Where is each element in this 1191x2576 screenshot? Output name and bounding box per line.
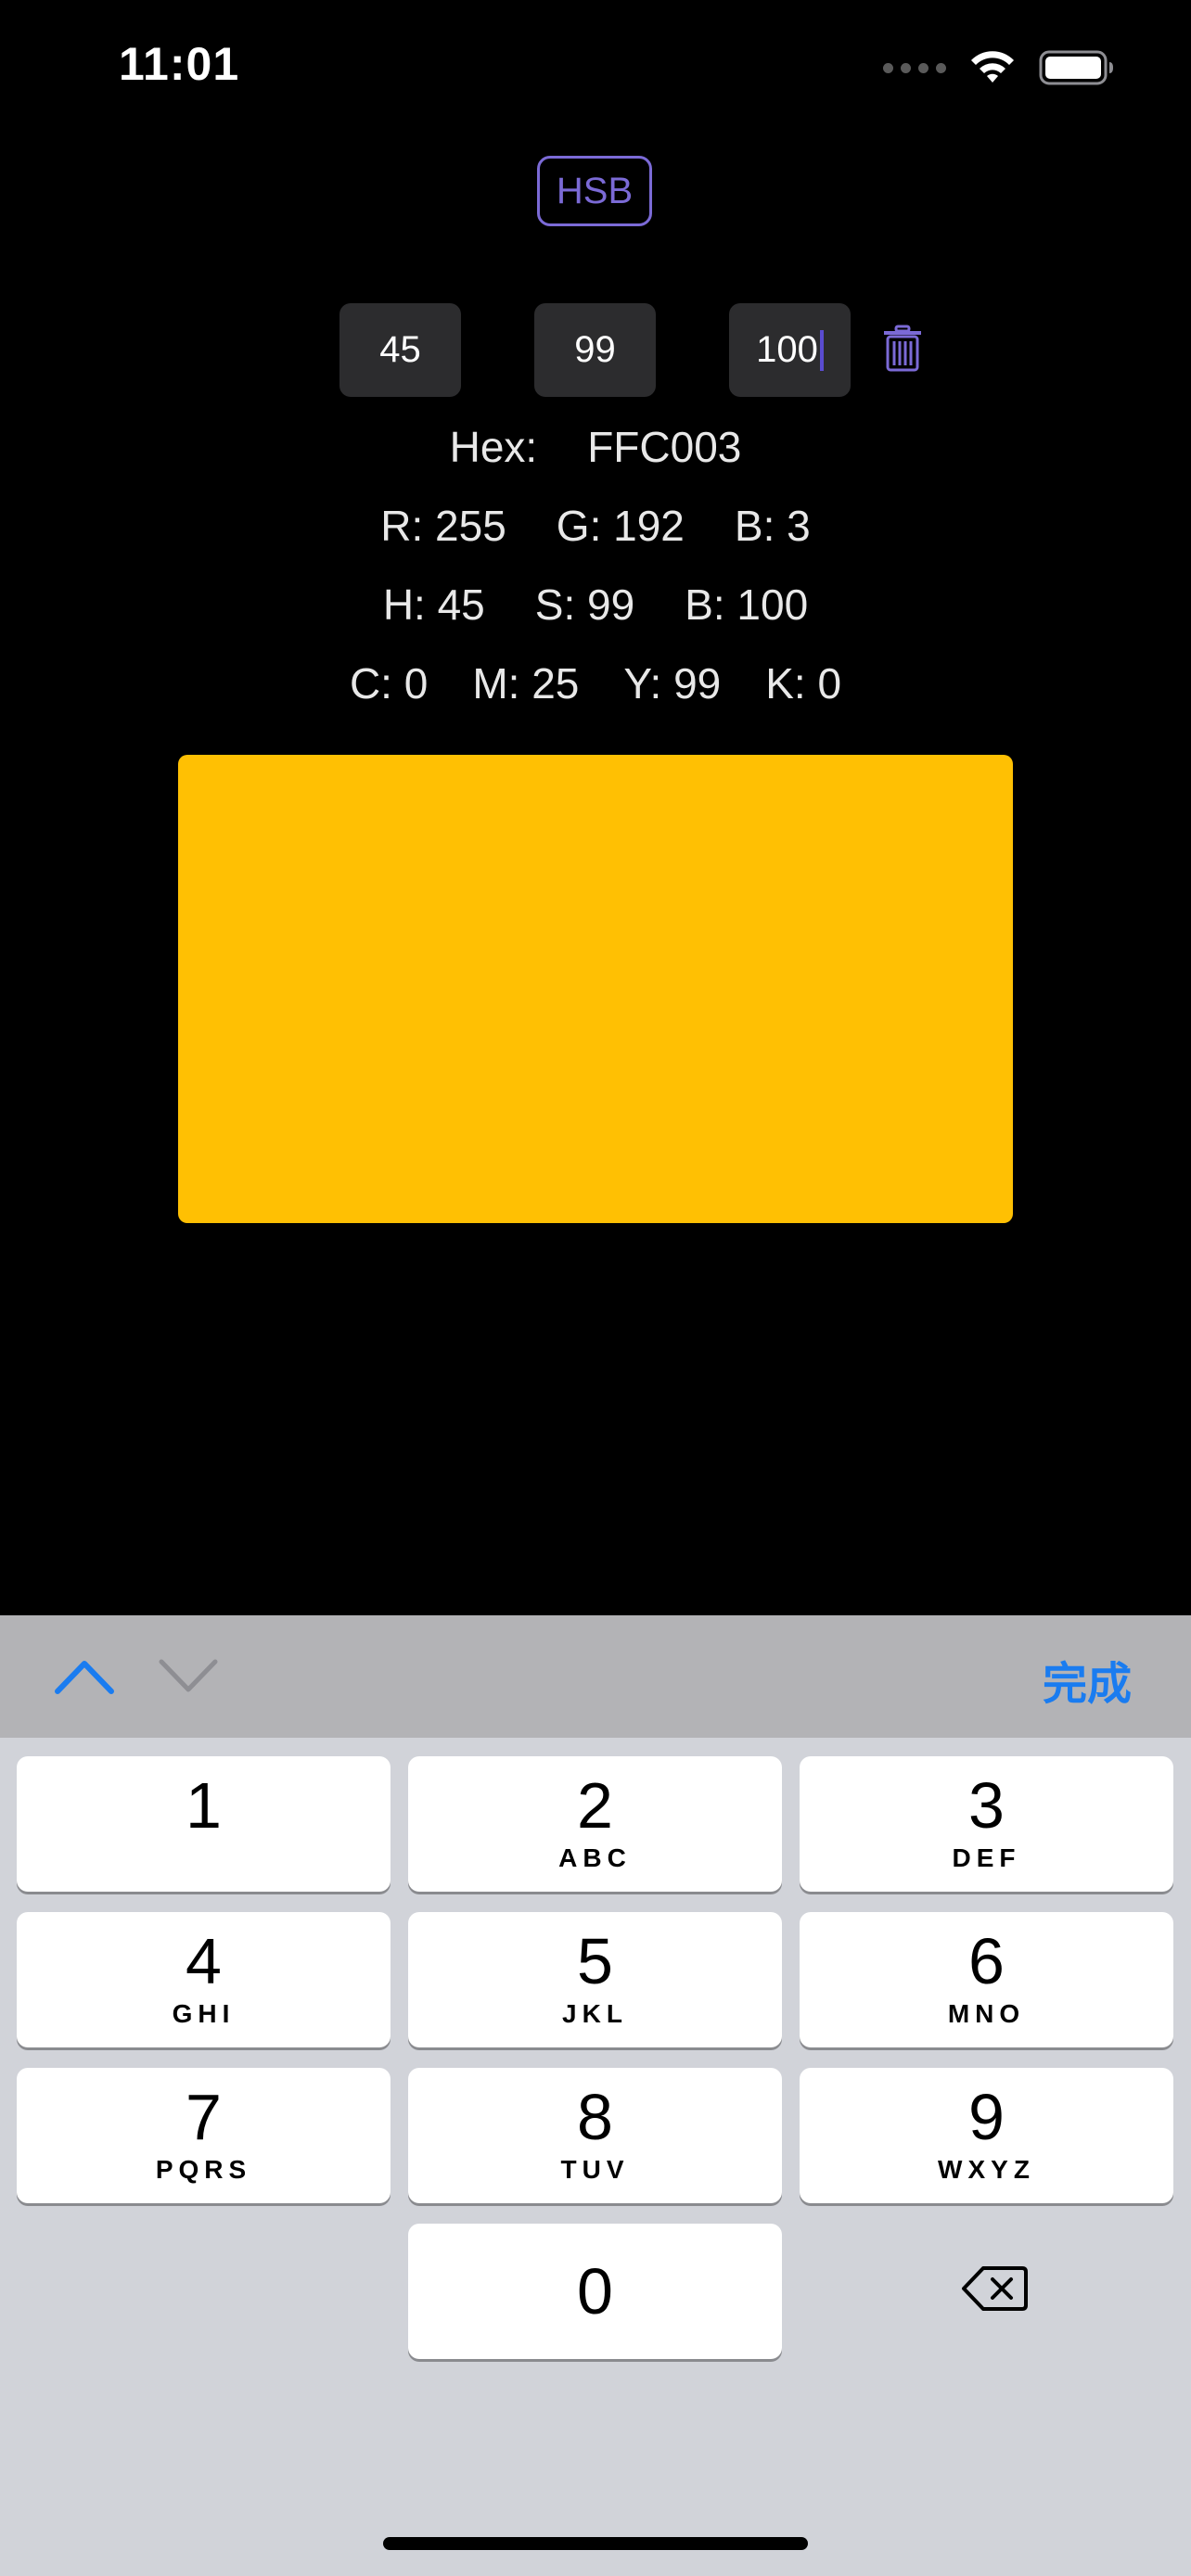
hsb-row: H: 45 S: 99 B: 100	[0, 580, 1191, 630]
key-9-digit: 9	[968, 2081, 1005, 2153]
key-black-value: K: 0	[765, 659, 842, 708]
done-button[interactable]: 完成	[1043, 1647, 1132, 1712]
key-9[interactable]: 9 WXYZ	[800, 2068, 1173, 2203]
red-value: R: 255	[380, 502, 506, 550]
key-6-letters: MNO	[947, 1999, 1026, 2028]
cyan-value: C: 0	[349, 659, 429, 708]
yellow-value: Y: 99	[623, 659, 722, 708]
key-4-digit: 4	[186, 1925, 222, 1997]
hex-value: FFC003	[587, 423, 742, 471]
home-indicator[interactable]	[383, 2537, 808, 2550]
chevron-up-icon[interactable]	[52, 1652, 117, 1699]
key-7-digit: 7	[186, 2081, 222, 2153]
magenta-value: M: 25	[472, 659, 580, 708]
cmyk-row: C: 0 M: 25 Y: 99 K: 0	[0, 658, 1191, 708]
status-icons	[883, 46, 1115, 89]
cellular-signal-icon	[883, 62, 946, 73]
key-0-digit: 0	[577, 2255, 613, 2327]
backspace-icon[interactable]	[961, 2263, 1028, 2315]
brightness-input[interactable]: 100	[729, 303, 851, 397]
key-8-letters: TUV	[560, 2155, 630, 2184]
key-3[interactable]: 3 DEF	[800, 1756, 1173, 1892]
brightness-value: B: 100	[685, 580, 809, 629]
key-1-digit: 1	[186, 1769, 222, 1842]
green-value: G: 192	[556, 502, 685, 550]
key-4-letters: GHI	[172, 1999, 236, 2028]
mode-button[interactable]: HSB	[537, 156, 652, 226]
key-8[interactable]: 8 TUV	[408, 2068, 782, 2203]
key-2-letters: ABC	[558, 1843, 632, 1872]
hue-input[interactable]: 45	[339, 303, 461, 397]
key-5[interactable]: 5 JKL	[408, 1912, 782, 2047]
key-4[interactable]: 4 GHI	[17, 1912, 391, 2047]
key-5-digit: 5	[577, 1925, 613, 1997]
key-2[interactable]: 2 ABC	[408, 1756, 782, 1892]
key-6-digit: 6	[968, 1925, 1005, 1997]
hue-input-value: 45	[379, 329, 421, 370]
hue-value: H: 45	[382, 580, 485, 629]
key-2-digit: 2	[577, 1769, 613, 1842]
key-0[interactable]: 0	[408, 2224, 782, 2359]
rgb-row: R: 255 G: 192 B: 3	[0, 501, 1191, 551]
saturation-value: S: 99	[534, 580, 635, 629]
key-9-letters: WXYZ	[938, 2155, 1035, 2184]
key-7[interactable]: 7 PQRS	[17, 2068, 391, 2203]
chevron-down-icon[interactable]	[156, 1652, 221, 1699]
brightness-input-value: 100	[756, 329, 818, 370]
key-7-letters: PQRS	[155, 2155, 252, 2184]
saturation-input[interactable]: 99	[534, 303, 656, 397]
status-time: 11:01	[119, 38, 240, 90]
key-5-letters: JKL	[562, 1999, 628, 2028]
hex-label: Hex:	[449, 423, 538, 471]
screen: 11:01 HSB 45 99 100 Hex: FFC003 R: 255 G…	[0, 0, 1191, 2576]
keyboard-toolbar: 完成	[0, 1615, 1191, 1738]
saturation-input-value: 99	[574, 329, 616, 370]
hex-row: Hex: FFC003	[0, 422, 1191, 472]
key-3-letters: DEF	[952, 1843, 1021, 1872]
trash-icon[interactable]	[881, 325, 924, 373]
color-preview	[178, 755, 1013, 1223]
key-1[interactable]: 1	[17, 1756, 391, 1892]
key-6[interactable]: 6 MNO	[800, 1912, 1173, 2047]
key-8-digit: 8	[577, 2081, 613, 2153]
blue-value: B: 3	[734, 502, 811, 550]
text-cursor	[819, 329, 824, 371]
key-3-digit: 3	[968, 1769, 1005, 1842]
numeric-keypad: 1 2 ABC 3 DEF 4 GHI 5 JKL 6 MNO 7 PQRS 8	[0, 1738, 1191, 2576]
battery-icon	[1039, 50, 1113, 85]
wifi-icon	[971, 51, 1014, 83]
